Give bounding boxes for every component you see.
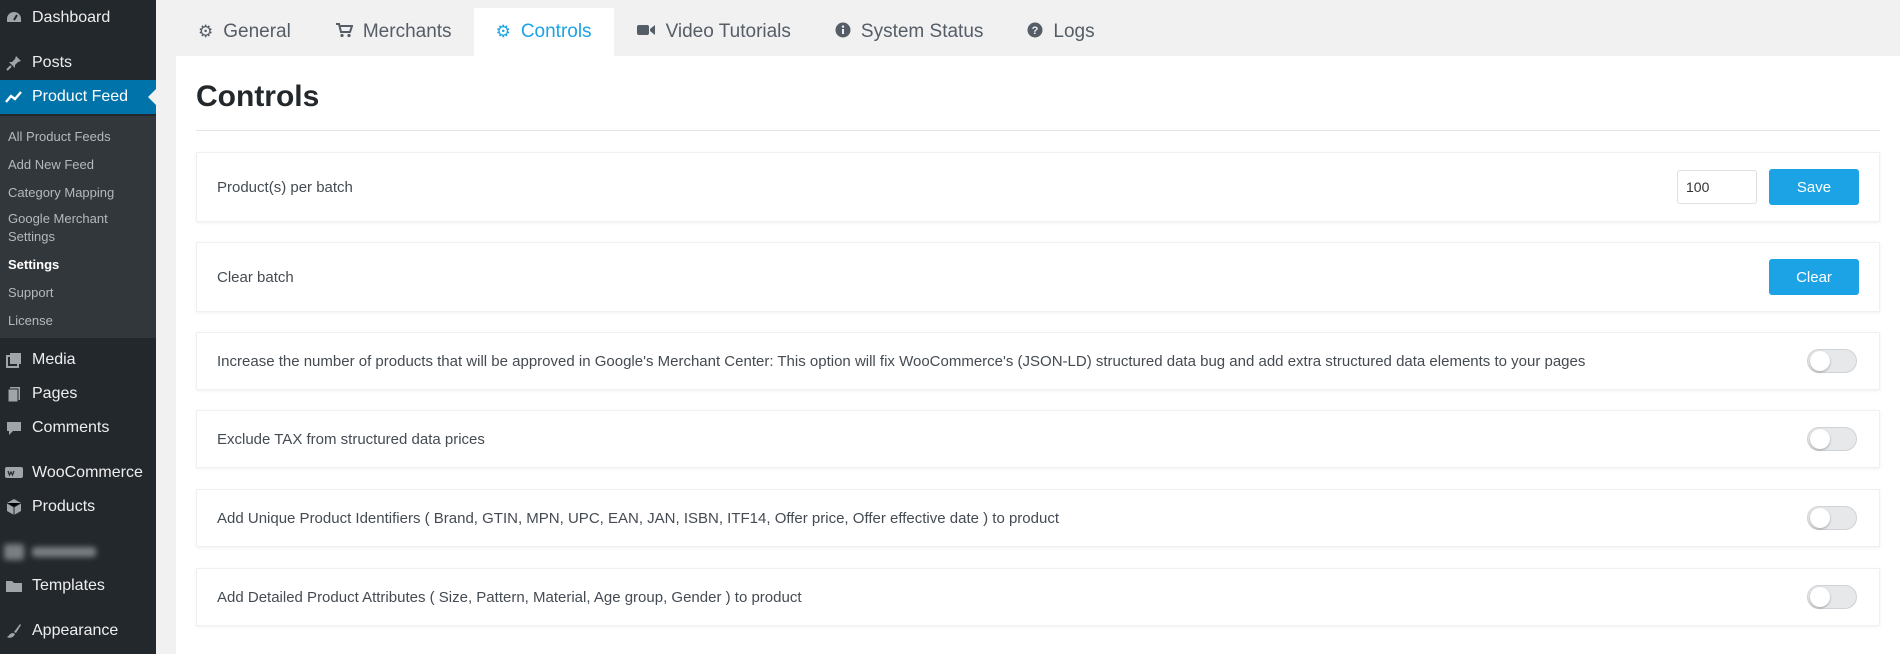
menu-label: WooCommerce bbox=[32, 464, 143, 481]
menu-label: Comments bbox=[32, 419, 110, 436]
toggle-knob bbox=[1810, 508, 1830, 528]
structured-data-fix-toggle[interactable] bbox=[1807, 349, 1857, 373]
chart-line-icon bbox=[4, 87, 24, 107]
folder-icon bbox=[4, 576, 24, 596]
gears-icon: ⚙ bbox=[495, 22, 511, 41]
cart-icon bbox=[335, 22, 354, 43]
tab-merchants[interactable]: Merchants bbox=[313, 8, 474, 56]
batch-size-label: Product(s) per batch bbox=[217, 178, 353, 196]
menu-label: Product Feed bbox=[32, 88, 129, 105]
submenu-settings[interactable]: Settings bbox=[8, 256, 148, 274]
toggle-knob bbox=[1810, 429, 1830, 449]
toggle-knob bbox=[1810, 587, 1830, 607]
tab-label: Video Tutorials bbox=[665, 21, 791, 42]
box-icon bbox=[4, 497, 24, 517]
brush-icon bbox=[4, 621, 24, 641]
menu-item-templates[interactable]: Templates bbox=[0, 571, 156, 601]
main-area: ⚙ General Merchants ⚙ Controls Video Tut… bbox=[156, 0, 1900, 654]
tab-label: System Status bbox=[860, 21, 984, 42]
menu-item-dashboard[interactable]: Dashboard bbox=[0, 3, 156, 33]
toggle-knob bbox=[1810, 351, 1830, 371]
comment-icon bbox=[4, 418, 24, 438]
detailed-attributes-toggle[interactable] bbox=[1807, 585, 1857, 609]
submenu-license[interactable]: License bbox=[8, 312, 148, 330]
submenu-add-new-feed[interactable]: Add New Feed bbox=[8, 156, 148, 174]
menu-label: Products bbox=[32, 498, 96, 515]
tab-label: Controls bbox=[520, 21, 592, 42]
media-icon bbox=[4, 350, 24, 370]
option-label: Exclude TAX from structured data prices bbox=[217, 430, 485, 448]
gear-icon: ⚙ bbox=[198, 22, 214, 41]
menu-item-products[interactable]: Products bbox=[0, 492, 156, 522]
option-label: Add Unique Product Identifiers ( Brand, … bbox=[217, 509, 1059, 527]
svg-text:?: ? bbox=[1032, 25, 1039, 37]
option-row: Exclude TAX from structured data prices bbox=[196, 410, 1880, 468]
tab-controls[interactable]: ⚙ Controls bbox=[473, 8, 614, 56]
option-row: Increase the number of products that wil… bbox=[196, 332, 1880, 390]
menu-item-product-feed[interactable]: Product Feed bbox=[0, 80, 156, 114]
tab-video-tutorials[interactable]: Video Tutorials bbox=[614, 8, 813, 56]
submenu-category-mapping[interactable]: Category Mapping bbox=[8, 184, 148, 202]
clear-button[interactable]: Clear bbox=[1769, 259, 1859, 295]
tab-logs[interactable]: ? Logs bbox=[1005, 8, 1116, 56]
exclude-tax-toggle[interactable] bbox=[1807, 427, 1857, 451]
menu-item-appearance[interactable]: Appearance bbox=[0, 616, 156, 646]
woocommerce-icon bbox=[4, 463, 24, 483]
option-label: Add Detailed Product Attributes ( Size, … bbox=[217, 588, 802, 606]
menu-label: Posts bbox=[32, 54, 73, 71]
admin-sidebar: Dashboard Posts Product Feed All Product… bbox=[0, 0, 156, 654]
tab-label: Logs bbox=[1053, 21, 1095, 42]
option-label: Increase the number of products that wil… bbox=[217, 352, 1586, 370]
menu-item-pages[interactable]: Pages bbox=[0, 379, 156, 409]
page-title: Controls bbox=[196, 80, 320, 113]
option-row: Add Unique Product Identifiers ( Brand, … bbox=[196, 489, 1880, 547]
menu-item-woocommerce[interactable]: WooCommerce bbox=[0, 458, 156, 488]
dashboard-icon bbox=[4, 8, 24, 28]
clear-batch-label: Clear batch bbox=[217, 268, 294, 286]
title-divider bbox=[196, 130, 1880, 131]
tab-label: Merchants bbox=[362, 21, 452, 42]
menu-label: Media bbox=[32, 351, 76, 368]
menu-label: Appearance bbox=[32, 622, 119, 639]
menu-item-media[interactable]: Media bbox=[0, 345, 156, 375]
batch-size-input[interactable] bbox=[1677, 170, 1757, 204]
tab-system-status[interactable]: System Status bbox=[813, 8, 1006, 56]
clear-batch-card: Clear batch Clear bbox=[196, 242, 1880, 312]
menu-label: Pages bbox=[32, 385, 78, 402]
product-feed-submenu: All Product Feeds Add New Feed Category … bbox=[0, 116, 156, 338]
pages-icon bbox=[4, 384, 24, 404]
menu-item-posts[interactable]: Posts bbox=[0, 48, 156, 78]
submenu-google-merchant-settings[interactable]: Google Merchant Settings bbox=[8, 210, 128, 246]
menu-label: Templates bbox=[32, 577, 105, 594]
option-row: Add Detailed Product Attributes ( Size, … bbox=[196, 568, 1880, 626]
submenu-all-product-feeds[interactable]: All Product Feeds bbox=[8, 128, 148, 146]
video-camera-icon bbox=[636, 22, 656, 42]
save-button[interactable]: Save bbox=[1769, 169, 1859, 205]
tab-general[interactable]: ⚙ General bbox=[176, 8, 313, 56]
controls-panel: Controls Product(s) per batch Save Clear… bbox=[176, 56, 1900, 654]
unique-identifiers-toggle[interactable] bbox=[1807, 506, 1857, 530]
menu-item-comments[interactable]: Comments bbox=[0, 413, 156, 443]
menu-label: Dashboard bbox=[32, 9, 111, 26]
settings-tabs: ⚙ General Merchants ⚙ Controls Video Tut… bbox=[176, 8, 1117, 56]
batch-size-card: Product(s) per batch Save bbox=[196, 152, 1880, 222]
info-circle-icon bbox=[835, 22, 851, 43]
submenu-support[interactable]: Support bbox=[8, 284, 148, 302]
tab-label: General bbox=[223, 21, 291, 42]
question-circle-icon: ? bbox=[1027, 22, 1043, 43]
pin-icon bbox=[4, 53, 24, 73]
blurred-menu-item[interactable] bbox=[4, 542, 100, 562]
